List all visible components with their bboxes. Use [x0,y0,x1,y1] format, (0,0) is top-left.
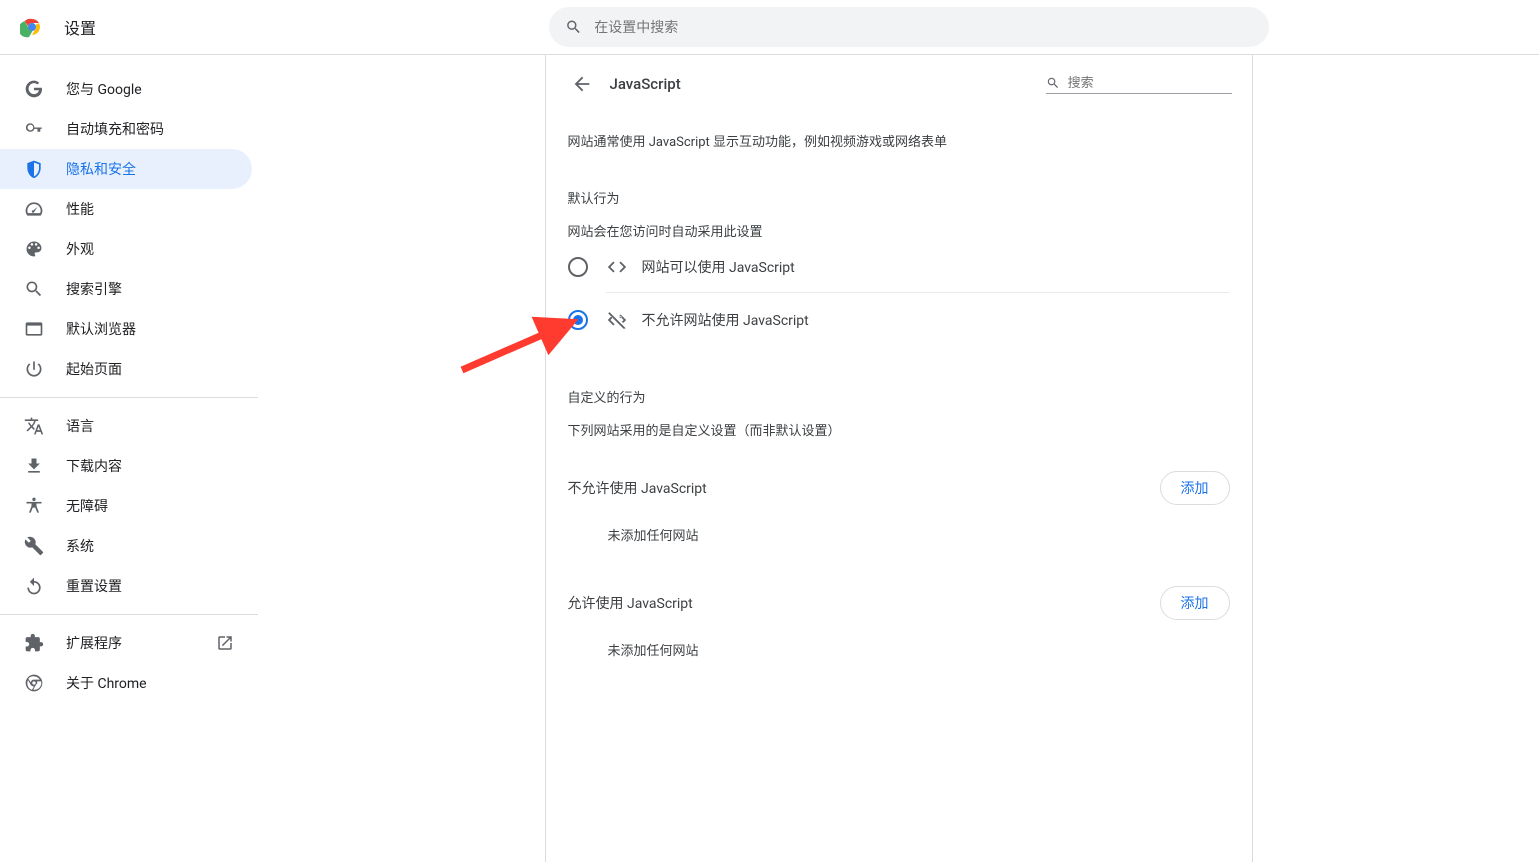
sidebar-item-label: 系统 [66,536,94,556]
sidebar-item-label: 您与 Google [66,79,142,99]
sidebar-item-label: 默认浏览器 [66,319,136,339]
sidebar: 您与 Google 自动填充和密码 隐私和安全 性能 外观 搜索引擎 [0,55,258,862]
sidebar-item-label: 关于 Chrome [66,673,147,693]
sidebar-item-on-startup[interactable]: 起始页面 [0,349,252,389]
content-panel: JavaScript 网站通常使用 JavaScript 显示互动功能，例如视频… [545,55,1253,862]
allow-list-empty: 未添加任何网站 [608,640,1230,659]
sidebar-item-performance[interactable]: 性能 [0,189,252,229]
sidebar-item-about-chrome[interactable]: 关于 Chrome [0,663,252,703]
sidebar-item-search-engine[interactable]: 搜索引擎 [0,269,252,309]
custom-behavior-label: 自定义的行为 [568,387,1230,406]
page-title: 设置 [64,15,96,39]
sidebar-item-autofill[interactable]: 自动填充和密码 [0,109,252,149]
sidebar-item-label: 隐私和安全 [66,159,136,179]
power-icon [24,359,44,379]
sidebar-divider [0,397,258,398]
radio-separator [606,292,1230,293]
block-list-header: 不允许使用 JavaScript [568,478,707,498]
sidebar-item-extensions[interactable]: 扩展程序 [0,623,252,663]
search-icon [565,18,582,36]
content-search-input[interactable] [1068,75,1232,90]
sidebar-item-label: 搜索引擎 [66,279,122,299]
sidebar-item-appearance[interactable]: 外观 [0,229,252,269]
accessibility-icon [24,496,44,516]
code-icon [606,256,628,278]
sidebar-item-label: 扩展程序 [66,633,122,653]
sidebar-item-label: 性能 [66,199,94,219]
sidebar-item-label: 下载内容 [66,456,122,476]
global-search[interactable] [549,7,1269,47]
radio-allow-label: 网站可以使用 JavaScript [642,257,795,277]
sidebar-item-system[interactable]: 系统 [0,526,252,566]
default-behavior-label: 默认行为 [568,188,1230,207]
radio-block-js[interactable]: 不允许网站使用 JavaScript [568,295,1230,345]
global-search-input[interactable] [594,19,1253,35]
speedometer-icon [24,199,44,219]
sidebar-item-languages[interactable]: 语言 [0,406,252,446]
sidebar-item-you-and-google[interactable]: 您与 Google [0,69,252,109]
chrome-outline-icon [24,673,44,693]
sidebar-item-label: 语言 [66,416,94,436]
browser-icon [24,319,44,339]
back-button[interactable] [566,68,598,100]
key-icon [24,119,44,139]
palette-icon [24,239,44,259]
sidebar-item-default-browser[interactable]: 默认浏览器 [0,309,252,349]
chrome-logo-icon [20,15,44,39]
sidebar-item-privacy[interactable]: 隐私和安全 [0,149,252,189]
block-list-empty: 未添加任何网站 [608,525,1230,544]
radio-button-selected-icon [568,310,588,330]
arrow-back-icon [571,73,593,95]
custom-behavior-desc: 下列网站采用的是自定义设置（而非默认设置） [568,420,1230,439]
sidebar-item-label: 无障碍 [66,496,108,516]
allow-list-header: 允许使用 JavaScript [568,593,693,613]
add-block-button[interactable]: 添加 [1160,471,1230,505]
sidebar-item-label: 起始页面 [66,359,122,379]
sidebar-item-downloads[interactable]: 下载内容 [0,446,252,486]
google-g-icon [24,79,44,99]
sidebar-divider [0,614,258,615]
reset-icon [24,576,44,596]
sidebar-item-label: 自动填充和密码 [66,119,164,139]
app-header: 设置 [0,0,1539,55]
default-behavior-desc: 网站会在您访问时自动采用此设置 [568,221,1230,240]
translate-icon [24,416,44,436]
sidebar-item-accessibility[interactable]: 无障碍 [0,486,252,526]
content-search[interactable] [1046,75,1232,94]
code-off-icon [606,309,628,331]
search-icon [1046,75,1060,91]
extension-icon [24,633,44,653]
shield-icon [24,159,44,179]
content-title: JavaScript [610,75,681,93]
open-in-new-icon [216,634,234,652]
radio-button-icon [568,257,588,277]
add-allow-button[interactable]: 添加 [1160,586,1230,620]
search-icon [24,279,44,299]
download-icon [24,456,44,476]
radio-allow-js[interactable]: 网站可以使用 JavaScript [568,242,1230,292]
intro-text: 网站通常使用 JavaScript 显示互动功能，例如视频游戏或网络表单 [568,133,1230,154]
radio-block-label: 不允许网站使用 JavaScript [642,310,809,330]
wrench-icon [24,536,44,556]
sidebar-item-reset[interactable]: 重置设置 [0,566,252,606]
sidebar-item-label: 外观 [66,239,94,259]
sidebar-item-label: 重置设置 [66,576,122,596]
